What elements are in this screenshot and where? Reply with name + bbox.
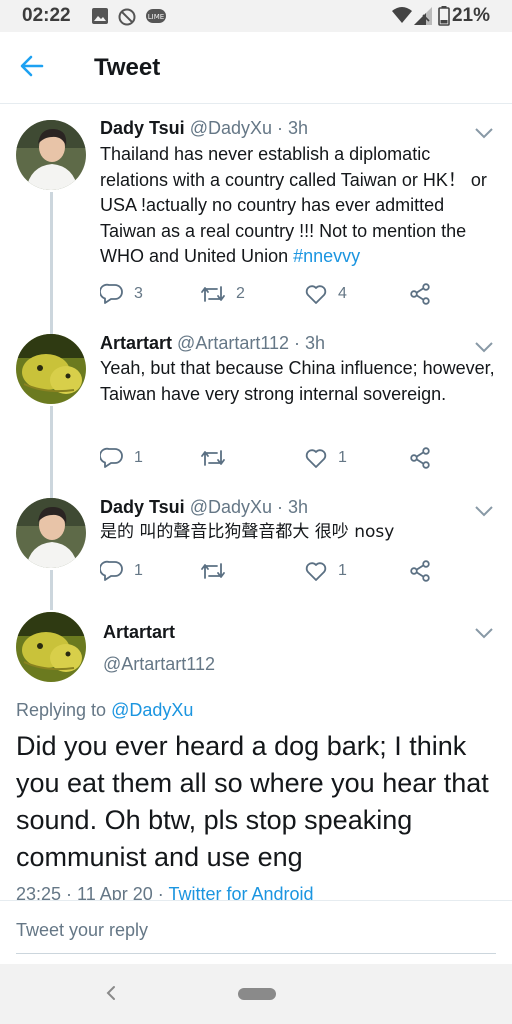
share-button[interactable] [408, 282, 432, 306]
reply-button[interactable]: 3 [100, 282, 143, 306]
chevron-down-icon[interactable] [474, 340, 494, 353]
retweet-icon [201, 286, 225, 302]
page-title: Tweet [94, 54, 161, 81]
avatar[interactable] [16, 498, 86, 568]
status-bar: 02:22 LIME 21% [0, 0, 512, 32]
tweet-text: 是的 叫的聲音比狗聲音都大 很吵 nosy [100, 522, 395, 542]
source-link[interactable]: Twitter for Android [168, 884, 313, 900]
reply-button[interactable]: 1 [100, 446, 143, 470]
like-count: 1 [338, 562, 347, 579]
arrow-left-icon [20, 55, 44, 77]
like-count: 1 [338, 449, 347, 466]
main-tweet-avatar[interactable] [16, 612, 86, 682]
reply-count: 3 [134, 285, 143, 302]
retweet-button[interactable] [200, 559, 236, 583]
mention-link[interactable]: @DadyXu [111, 700, 193, 720]
reply-count: 1 [134, 562, 143, 579]
no-disturb-icon [118, 8, 136, 31]
like-count: 4 [338, 285, 347, 302]
hashtag-link[interactable]: #nnevvy [293, 246, 360, 266]
tweet-actions: 3 2 4 [100, 282, 440, 306]
retweet-icon [201, 450, 225, 466]
handle[interactable]: @DadyXu [190, 118, 272, 138]
handle[interactable]: @DadyXu [190, 497, 272, 517]
system-nav-bar [0, 964, 512, 1024]
thread-line [50, 570, 53, 610]
reply-count: 1 [134, 449, 143, 466]
display-name[interactable]: Artartart [100, 333, 172, 353]
thread-line [50, 192, 53, 334]
display-name[interactable]: Dady Tsui [100, 118, 185, 138]
replying-to: Replying to @DadyXu [16, 700, 194, 720]
timestamp: 23:25 · 11 Apr 20 · [16, 884, 169, 900]
share-button[interactable] [408, 559, 432, 583]
time-ago: · 3h [277, 118, 309, 138]
back-button[interactable] [18, 52, 54, 84]
like-button[interactable]: 1 [304, 559, 347, 583]
retweet-icon [201, 563, 225, 579]
retweet-button[interactable] [200, 446, 236, 470]
tweet-actions: 1 1 [100, 559, 440, 583]
main-tweet-meta: 23:25 · 11 Apr 20 · Twitter for Android [16, 884, 496, 900]
like-button[interactable]: 1 [304, 446, 347, 470]
like-button[interactable]: 4 [304, 282, 347, 306]
share-icon [410, 447, 430, 469]
heart-icon [305, 449, 327, 468]
status-time: 02:22 [22, 5, 71, 26]
share-icon [410, 560, 430, 582]
main-tweet-display-name[interactable]: Artartart [103, 622, 175, 643]
reply-icon [100, 283, 123, 304]
reply-icon [100, 560, 123, 581]
retweet-button[interactable]: 2 [200, 282, 245, 306]
reply-icon [100, 447, 123, 468]
share-icon [410, 283, 430, 305]
wifi-icon [392, 7, 412, 28]
retweet-count: 2 [236, 285, 245, 302]
share-button[interactable] [408, 446, 432, 470]
heart-icon [305, 562, 327, 581]
chevron-down-icon[interactable] [474, 126, 494, 139]
tweet-header: Artartart @Artartart112 · 3h [100, 333, 325, 354]
main-tweet-text: Did you ever heard a dog bark; I think y… [16, 731, 489, 872]
nav-back-button[interactable] [104, 984, 118, 1007]
chevron-down-icon[interactable] [474, 626, 494, 639]
tweet-text: Thailand has never establish a diplomati… [100, 144, 487, 266]
avatar[interactable] [16, 334, 86, 404]
chevron-left-icon [106, 986, 115, 1000]
lime-app-icon: LIME [146, 8, 166, 29]
tweet-header: Dady Tsui @DadyXu · 3h [100, 118, 308, 139]
chevron-down-icon[interactable] [474, 504, 494, 517]
reply-button[interactable]: 1 [100, 559, 143, 583]
app-header: Tweet [0, 32, 512, 104]
reply-bar: Tweet your reply [0, 900, 512, 964]
avatar[interactable] [16, 120, 86, 190]
tweet-actions: 1 1 [100, 446, 440, 470]
divider [16, 953, 496, 954]
tweet-header: Dady Tsui @DadyXu · 3h [100, 497, 308, 518]
svg-text:LIME: LIME [148, 13, 164, 21]
handle[interactable]: @Artartart112 [177, 333, 289, 353]
main-tweet-handle[interactable]: @Artartart112 [103, 654, 215, 675]
time-ago: · 3h [294, 333, 326, 353]
image-icon [92, 8, 108, 29]
nav-home-pill[interactable] [238, 988, 276, 1000]
time-ago: · 3h [277, 497, 309, 517]
signal-icon [414, 7, 432, 30]
thread-line [50, 406, 53, 498]
battery-icon [438, 6, 450, 31]
display-name[interactable]: Dady Tsui [100, 497, 185, 517]
heart-icon [305, 285, 327, 304]
reply-input[interactable]: Tweet your reply [16, 920, 148, 941]
battery-percent: 21% [451, 5, 490, 26]
tweet-text: Yeah, but that because China influence; … [100, 358, 495, 404]
